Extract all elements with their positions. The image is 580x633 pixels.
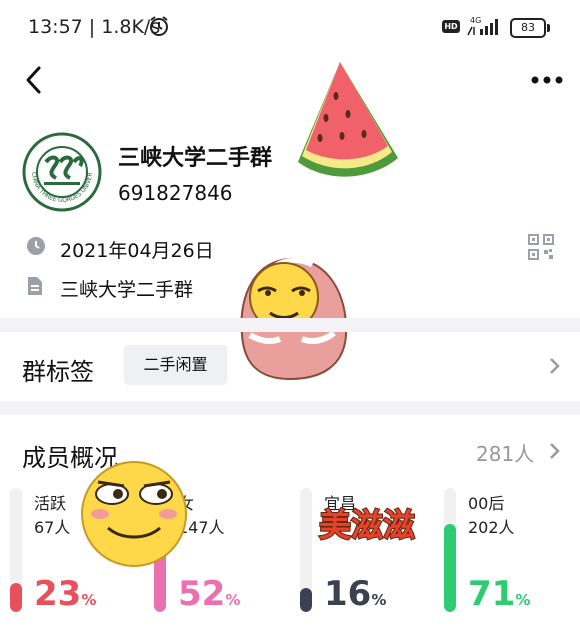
stat-value: 202人 (468, 518, 515, 537)
stat-bar-fill (10, 583, 22, 612)
percent-sign: % (515, 591, 531, 609)
svg-text:美滋滋: 美滋滋 (319, 506, 415, 544)
member-count[interactable]: 281人 (476, 438, 534, 467)
stat-label: 活跃 (34, 494, 67, 513)
meizizi-sticker: 美滋滋 (318, 505, 416, 545)
battery-icon: 83 (510, 18, 550, 38)
group-name: 三峡大学二手群 (118, 146, 273, 171)
created-date: 2021年04月26日 (60, 240, 214, 262)
group-avatar[interactable]: CHINA THREE GORGES UNIVERSITY (22, 132, 102, 212)
stat-percent-number: 52 (178, 574, 226, 614)
percent-sign: % (225, 591, 241, 609)
stat-percent: 71% (468, 574, 530, 614)
signal-icon: 4G (467, 16, 498, 36)
qr-code-icon[interactable] (528, 234, 554, 260)
stat-percent-number: 16 (324, 574, 372, 614)
back-arrow-icon[interactable] (22, 64, 46, 96)
percent-sign: % (81, 591, 97, 609)
tag-chip[interactable]: 二手闲置 (124, 345, 227, 385)
watermelon-sticker (298, 62, 398, 177)
tags-title: 群标签 (22, 358, 94, 386)
group-description: 三峡大学二手群 (60, 279, 194, 301)
hd-badge: HD (442, 20, 460, 33)
status-time: 13:57 | 1.8K/s (28, 16, 161, 38)
chevron-right-icon[interactable] (548, 356, 562, 376)
stat-bar-track (444, 488, 456, 612)
stat-percent: 23% (34, 574, 96, 614)
stat-percent: 16% (324, 574, 386, 614)
stat-bar-track (10, 488, 22, 612)
svg-text:4G: 4G (470, 16, 481, 25)
stat-label: 00后 (468, 494, 505, 513)
stat-value: 67人 (34, 518, 71, 537)
section-divider (0, 401, 580, 415)
stat-percent: 52% (178, 574, 240, 614)
stat-bar-fill (300, 588, 312, 612)
stat-percent-number: 71 (468, 574, 516, 614)
percent-sign: % (371, 591, 387, 609)
more-dots-icon[interactable] (530, 70, 564, 90)
stat-percent-number: 23 (34, 574, 82, 614)
group-id: 691827846 (118, 181, 233, 205)
chevron-right-icon[interactable] (548, 441, 562, 461)
status-bar: 13:57 | 1.8K/s HD 4G 83 (0, 0, 580, 56)
document-icon (28, 277, 42, 295)
section-divider (0, 318, 580, 332)
smirk-emoji-sticker (81, 461, 187, 567)
stat-bar-fill (444, 524, 456, 612)
alarm-icon (150, 16, 168, 36)
clock-icon (27, 237, 45, 255)
